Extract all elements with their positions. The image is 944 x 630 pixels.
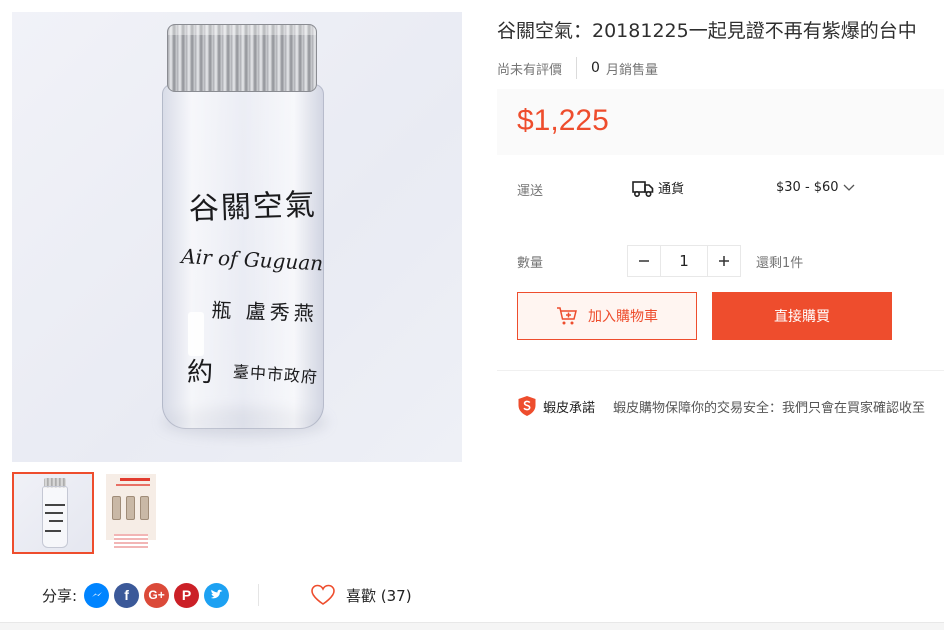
quantity-stepper: 1 xyxy=(627,245,741,277)
quantity-label: 數量 xyxy=(517,256,544,271)
like-button[interactable]: 喜歡 (37) xyxy=(310,580,412,610)
google-plus-icon[interactable]: G+ xyxy=(144,582,170,608)
thumbnail-jar xyxy=(140,496,149,520)
shipping-fee-dropdown[interactable]: $30 - $60 xyxy=(776,180,855,195)
increase-button[interactable] xyxy=(708,246,740,276)
shipping-label: 運送 xyxy=(517,184,544,199)
thumbnail-1[interactable] xyxy=(12,472,94,554)
sold-count: 0 xyxy=(591,60,600,76)
messenger-icon[interactable] xyxy=(84,582,110,608)
shipping-method-label: 通貨 xyxy=(658,182,685,197)
cart-icon xyxy=(557,307,577,325)
thumbnail-2[interactable] xyxy=(102,472,184,554)
share-divider xyxy=(258,584,259,606)
facebook-icon[interactable]: f xyxy=(114,582,140,608)
thumbnail-red-text xyxy=(120,478,150,481)
like-count: 喜歡 (37) xyxy=(346,586,412,605)
shipping-fee: $30 - $60 xyxy=(776,180,839,195)
jar-cap xyxy=(167,24,317,92)
share-label: 分享: xyxy=(42,586,78,605)
product-title: 谷關空氣：20181225一起見證不再有紫爆的台中 xyxy=(497,20,917,42)
guarantee-text: 蝦皮購物保障你的交易安全：我們只會在買家確認收至 xyxy=(613,400,926,416)
thumbnail-jar xyxy=(42,486,68,548)
pinterest-icon[interactable]: P xyxy=(174,582,200,608)
guarantee-title: 蝦皮承諾 xyxy=(543,400,596,416)
jar-highlight xyxy=(188,312,204,356)
plus-icon xyxy=(719,256,729,266)
footer-strip xyxy=(0,622,944,630)
minus-icon xyxy=(639,260,649,262)
quantity-input[interactable]: 1 xyxy=(660,246,708,276)
jar-label-line: 瓶 盧秀燕 xyxy=(211,297,319,326)
rating-row: 尚未有評價 0 月銷售量 xyxy=(497,57,658,79)
main-product-image[interactable]: 谷關空氣 Air of Guguan 瓶 盧秀燕 約 臺中市政府 xyxy=(12,12,462,462)
thumbnail-ink xyxy=(45,504,65,506)
guarantee-row[interactable]: 蝦皮承諾 蝦皮購物保障你的交易安全：我們只會在買家確認收至 xyxy=(517,396,925,416)
thumbnail-red-text xyxy=(116,484,150,486)
rating-text: 尚未有評價 xyxy=(497,62,563,78)
thumbnail-ink xyxy=(45,530,61,532)
jar-label-line: 約 xyxy=(187,358,214,388)
buy-now-button[interactable]: 直接購買 xyxy=(712,292,892,340)
jar-label-line: 谷關空氣 xyxy=(188,187,318,227)
thumbnail-ink xyxy=(49,520,63,522)
thumbnail-ink xyxy=(45,512,63,514)
thumbnail-jar xyxy=(126,496,135,520)
shield-icon xyxy=(518,396,536,416)
thumbnail-jar xyxy=(112,496,121,520)
info-divider xyxy=(497,370,944,371)
shipping-method: 通貨 xyxy=(632,178,684,197)
twitter-icon[interactable] xyxy=(204,582,230,608)
add-to-cart-label: 加入購物車 xyxy=(588,309,658,325)
stock-remaining: 還剩1件 xyxy=(756,256,804,271)
thumbnail-pink-stripes xyxy=(114,534,148,548)
product-price: $1,225 xyxy=(517,104,609,137)
decrease-button[interactable] xyxy=(628,246,660,276)
share-row: 分享: f G+ P xyxy=(42,578,230,612)
price-box: $1,225 xyxy=(497,89,944,155)
sold-label: 月銷售量 xyxy=(605,62,658,78)
add-to-cart-button[interactable]: 加入購物車 xyxy=(517,292,697,340)
chevron-down-icon xyxy=(843,184,855,191)
truck-icon xyxy=(632,180,654,197)
heart-icon xyxy=(311,584,335,605)
rating-divider xyxy=(576,57,578,79)
